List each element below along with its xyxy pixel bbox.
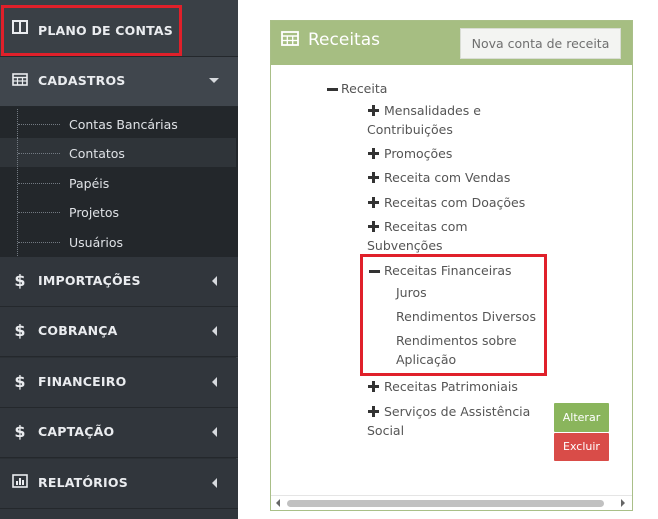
chevron-left-icon bbox=[212, 326, 217, 336]
tree-node-promocoes[interactable]: Promoções bbox=[384, 144, 452, 163]
sidebar-item-partial bbox=[0, 509, 238, 519]
sidebar-item-captacao[interactable]: $ CAPTAÇÃO bbox=[0, 408, 238, 458]
new-account-button[interactable]: Nova conta de receita bbox=[460, 28, 621, 59]
tree-node-receitas-subvencoes[interactable]: Receitas com bbox=[384, 217, 468, 236]
sidebar-item-label: COBRANÇA bbox=[38, 323, 118, 338]
submenu-item-contatos[interactable]: Contatos bbox=[0, 138, 236, 167]
submenu-item-papeis[interactable]: Papéis bbox=[0, 168, 236, 197]
submenu-item-usuarios[interactable]: Usuários bbox=[0, 227, 236, 256]
submenu-item-label: Contatos bbox=[69, 146, 125, 161]
expand-icon[interactable] bbox=[368, 221, 379, 232]
scrollbar-thumb[interactable] bbox=[287, 500, 604, 507]
tree-node-receita-vendas[interactable]: Receita com Vendas bbox=[384, 168, 510, 187]
sidebar-item-label: CADASTROS bbox=[38, 73, 126, 88]
tree-node-receitas-subvencoes-cont[interactable]: Subvenções bbox=[367, 236, 443, 255]
sidebar-item-label: IMPORTAÇÕES bbox=[38, 273, 141, 288]
tree-line bbox=[18, 153, 60, 154]
alterar-button[interactable]: Alterar bbox=[554, 403, 609, 432]
sidebar-item-label: CAPTAÇÃO bbox=[38, 424, 115, 439]
table-icon bbox=[281, 31, 299, 50]
tree-line bbox=[18, 242, 60, 243]
submenu-item-label: Usuários bbox=[69, 235, 124, 250]
tree-line bbox=[18, 183, 60, 184]
expand-icon[interactable] bbox=[368, 172, 379, 183]
tree-node-mensalidades[interactable]: Mensalidades e bbox=[384, 101, 481, 120]
dollar-icon: $ bbox=[14, 372, 26, 391]
sidebar-item-cobranca[interactable]: $ COBRANÇA bbox=[0, 307, 238, 357]
tree-node-servicos-assistencia-cont[interactable]: Social bbox=[367, 421, 404, 440]
sidebar-item-cadastros[interactable]: CADASTROS bbox=[0, 57, 238, 107]
sidebar-item-importacoes[interactable]: $ IMPORTAÇÕES bbox=[0, 257, 238, 307]
submenu-item-label: Contas Bancárias bbox=[69, 117, 178, 132]
chevron-down-icon bbox=[209, 78, 219, 83]
submenu-item-label: Projetos bbox=[69, 205, 120, 220]
sidebar-item-label: FINANCEIRO bbox=[38, 374, 127, 389]
bar-chart-icon bbox=[11, 473, 29, 492]
expand-icon[interactable] bbox=[368, 105, 379, 116]
sidebar-item-financeiro[interactable]: $ FINANCEIRO bbox=[0, 358, 238, 408]
chevron-left-icon bbox=[212, 427, 217, 437]
sidebar: PLANO DE CONTAS CADASTROS Contas Bancári… bbox=[0, 0, 238, 519]
tree-node-mensalidades-cont[interactable]: Contribuições bbox=[367, 120, 453, 139]
chevron-left-icon bbox=[212, 478, 217, 488]
collapse-icon[interactable] bbox=[327, 88, 338, 91]
tree-line bbox=[18, 212, 60, 213]
scroll-left-icon[interactable] bbox=[276, 499, 280, 507]
panel-header: Receitas Nova conta de receita bbox=[271, 21, 632, 65]
highlight-box-receitas-financeiras bbox=[360, 254, 547, 376]
tree-node-receita[interactable]: Receita bbox=[341, 79, 387, 98]
tree-line bbox=[18, 124, 60, 125]
submenu-item-projetos[interactable]: Projetos bbox=[0, 197, 236, 226]
expand-icon[interactable] bbox=[368, 197, 379, 208]
excluir-button[interactable]: Excluir bbox=[554, 433, 609, 461]
tree-node-receitas-doacoes[interactable]: Receitas com Doações bbox=[384, 193, 525, 212]
dollar-icon: $ bbox=[14, 271, 26, 290]
highlight-box-plano bbox=[1, 5, 182, 56]
table-icon bbox=[11, 71, 29, 90]
tree-node-receitas-patrimoniais[interactable]: Receitas Patrimoniais bbox=[384, 377, 518, 396]
submenu-item-label: Papéis bbox=[69, 176, 110, 191]
expand-icon[interactable] bbox=[368, 406, 379, 417]
sidebar-item-label: RELATÓRIOS bbox=[38, 475, 128, 490]
dollar-icon: $ bbox=[14, 321, 26, 340]
scroll-right-icon[interactable] bbox=[621, 499, 625, 507]
tree-node-servicos-assistencia[interactable]: Serviços de Assistência bbox=[384, 402, 530, 421]
chevron-left-icon bbox=[212, 377, 217, 387]
sidebar-item-relatorios[interactable]: RELATÓRIOS bbox=[0, 459, 238, 509]
dollar-icon: $ bbox=[14, 422, 26, 441]
expand-icon[interactable] bbox=[368, 148, 379, 159]
horizontal-scrollbar[interactable] bbox=[271, 495, 632, 510]
expand-icon[interactable] bbox=[368, 381, 379, 392]
submenu-cadastros: Contas Bancárias Contatos Papéis Projeto… bbox=[0, 107, 238, 257]
submenu-item-contas-bancarias[interactable]: Contas Bancárias bbox=[0, 109, 236, 138]
chevron-left-icon bbox=[212, 276, 217, 286]
panel-title: Receitas bbox=[308, 30, 380, 50]
